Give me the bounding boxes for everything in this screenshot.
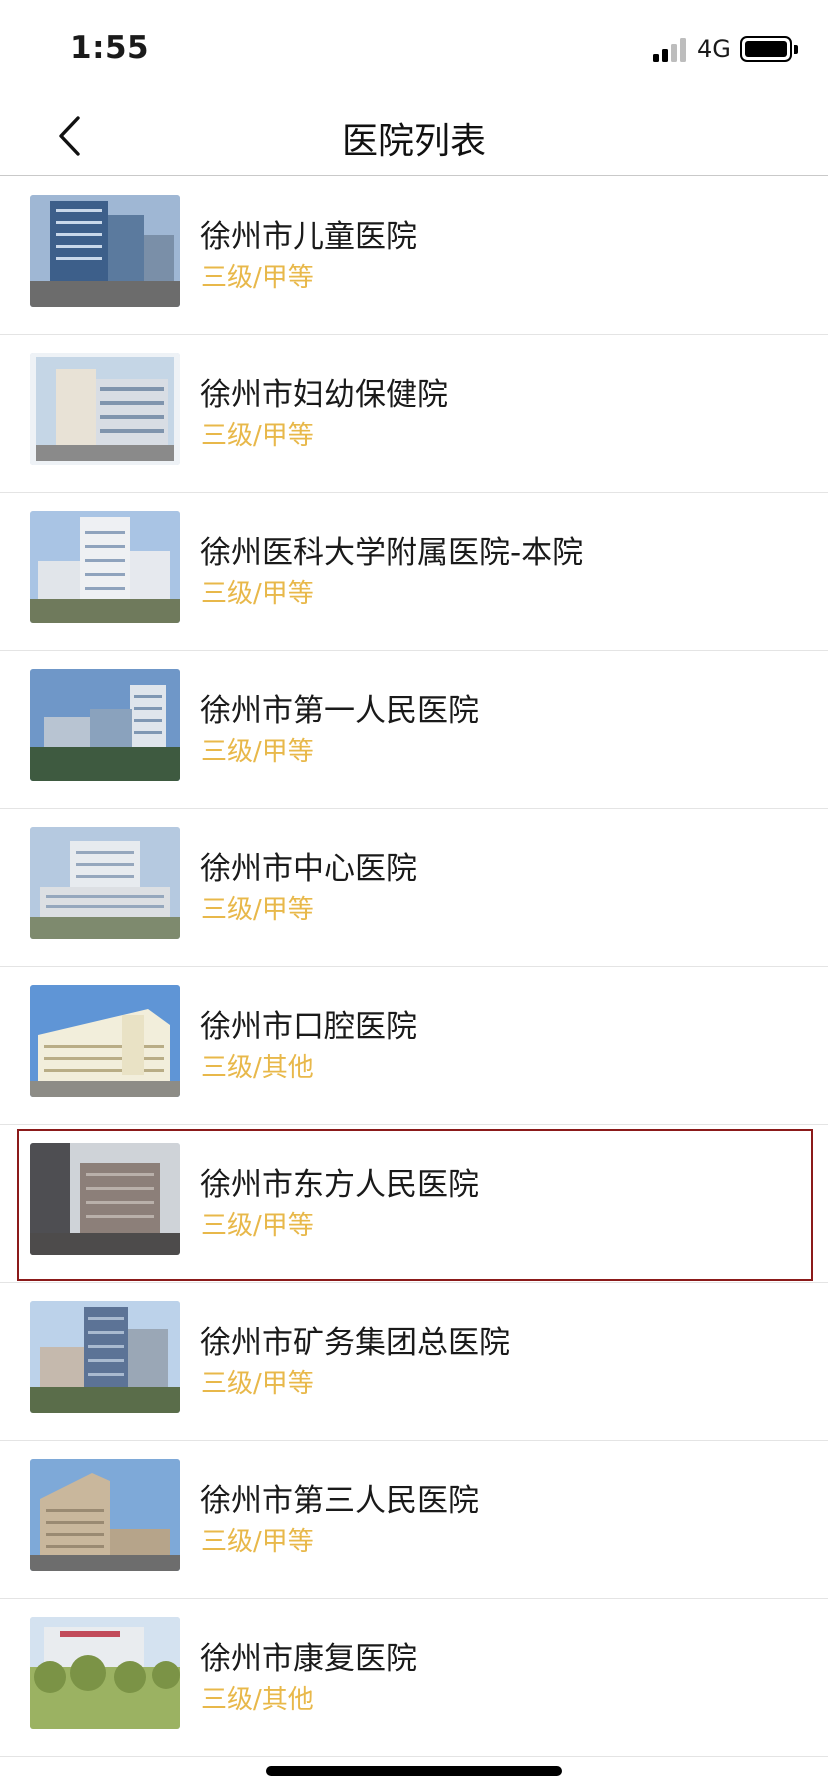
hospital-list-item[interactable]: 徐州市第三人民医院三级/甲等 (0, 1441, 828, 1599)
hospital-thumbnail (30, 985, 180, 1097)
hospital-thumbnail (30, 1459, 180, 1571)
home-indicator[interactable] (266, 1766, 562, 1776)
hospital-level: 三级/甲等 (201, 579, 314, 609)
hospital-name: 徐州市儿童医院 (200, 219, 417, 255)
hospital-name: 徐州市第三人民医院 (200, 1483, 479, 1519)
battery-cap (794, 45, 798, 54)
hospital-level: 三级/其他 (201, 1053, 314, 1083)
hospital-level: 三级/甲等 (201, 1211, 314, 1241)
hospital-list-item[interactable]: 徐州医科大学附属医院-本院三级/甲等 (0, 493, 828, 651)
hospital-name: 徐州市矿务集团总医院 (200, 1325, 510, 1361)
hospital-thumbnail (30, 195, 180, 307)
hospital-name: 徐州市东方人民医院 (200, 1167, 479, 1203)
hospital-level: 三级/甲等 (201, 421, 314, 451)
hospital-list-item[interactable]: 徐州市康复医院三级/其他 (0, 1599, 828, 1757)
hospital-thumbnail (30, 1301, 180, 1413)
hospital-name: 徐州市妇幼保健院 (200, 377, 448, 413)
hospital-name: 徐州市康复医院 (200, 1641, 417, 1677)
hospital-level: 三级/甲等 (201, 263, 314, 293)
hospital-name: 徐州市口腔医院 (200, 1009, 417, 1045)
battery-icon (740, 36, 792, 62)
signal-strength-icon (653, 38, 689, 62)
page-title: 医院列表 (341, 121, 486, 162)
network-type-label: 4G (697, 35, 731, 63)
hospital-list-item[interactable]: 徐州市儿童医院三级/甲等 (0, 177, 828, 335)
hospital-thumbnail (30, 1143, 180, 1255)
hospital-name: 徐州市第一人民医院 (200, 693, 479, 729)
hospital-list-item[interactable]: 徐州市矿务集团总医院三级/甲等 (0, 1283, 828, 1441)
hospital-level: 三级/其他 (201, 1685, 314, 1715)
hospital-level: 三级/甲等 (201, 1527, 314, 1557)
hospital-list-item[interactable]: 徐州市第一人民医院三级/甲等 (0, 651, 828, 809)
hospital-list-item[interactable]: 徐州市口腔医院三级/其他 (0, 967, 828, 1125)
hospital-thumbnail (30, 511, 180, 623)
hospital-list-item[interactable]: 徐州市中心医院三级/甲等 (0, 809, 828, 967)
hospital-level: 三级/甲等 (201, 895, 314, 925)
hospital-level: 三级/甲等 (201, 737, 314, 767)
status-bar: 1:55 4G (0, 0, 828, 96)
hospital-list-item[interactable]: 徐州市东方人民医院三级/甲等 (0, 1125, 828, 1283)
hospital-list: 徐州市儿童医院 三级/甲等 徐州市妇幼保健院 三级/甲等 徐州医科大学附属医院-本院 三级… (0, 177, 828, 1757)
hospital-name: 徐州医科大学附属医院-本院 (200, 535, 584, 571)
hospital-thumbnail (30, 669, 180, 781)
hospital-list-item[interactable]: 徐州市妇幼保健院三级/甲等 (0, 335, 828, 493)
hospital-level: 三级/甲等 (201, 1369, 314, 1399)
hospital-thumbnail (30, 1617, 180, 1729)
navigation-bar: 医院列表 (0, 96, 828, 176)
hospital-name: 徐州市中心医院 (200, 851, 417, 887)
status-time: 1:55 (70, 30, 150, 66)
hospital-thumbnail (30, 827, 180, 939)
hospital-thumbnail (30, 353, 180, 465)
